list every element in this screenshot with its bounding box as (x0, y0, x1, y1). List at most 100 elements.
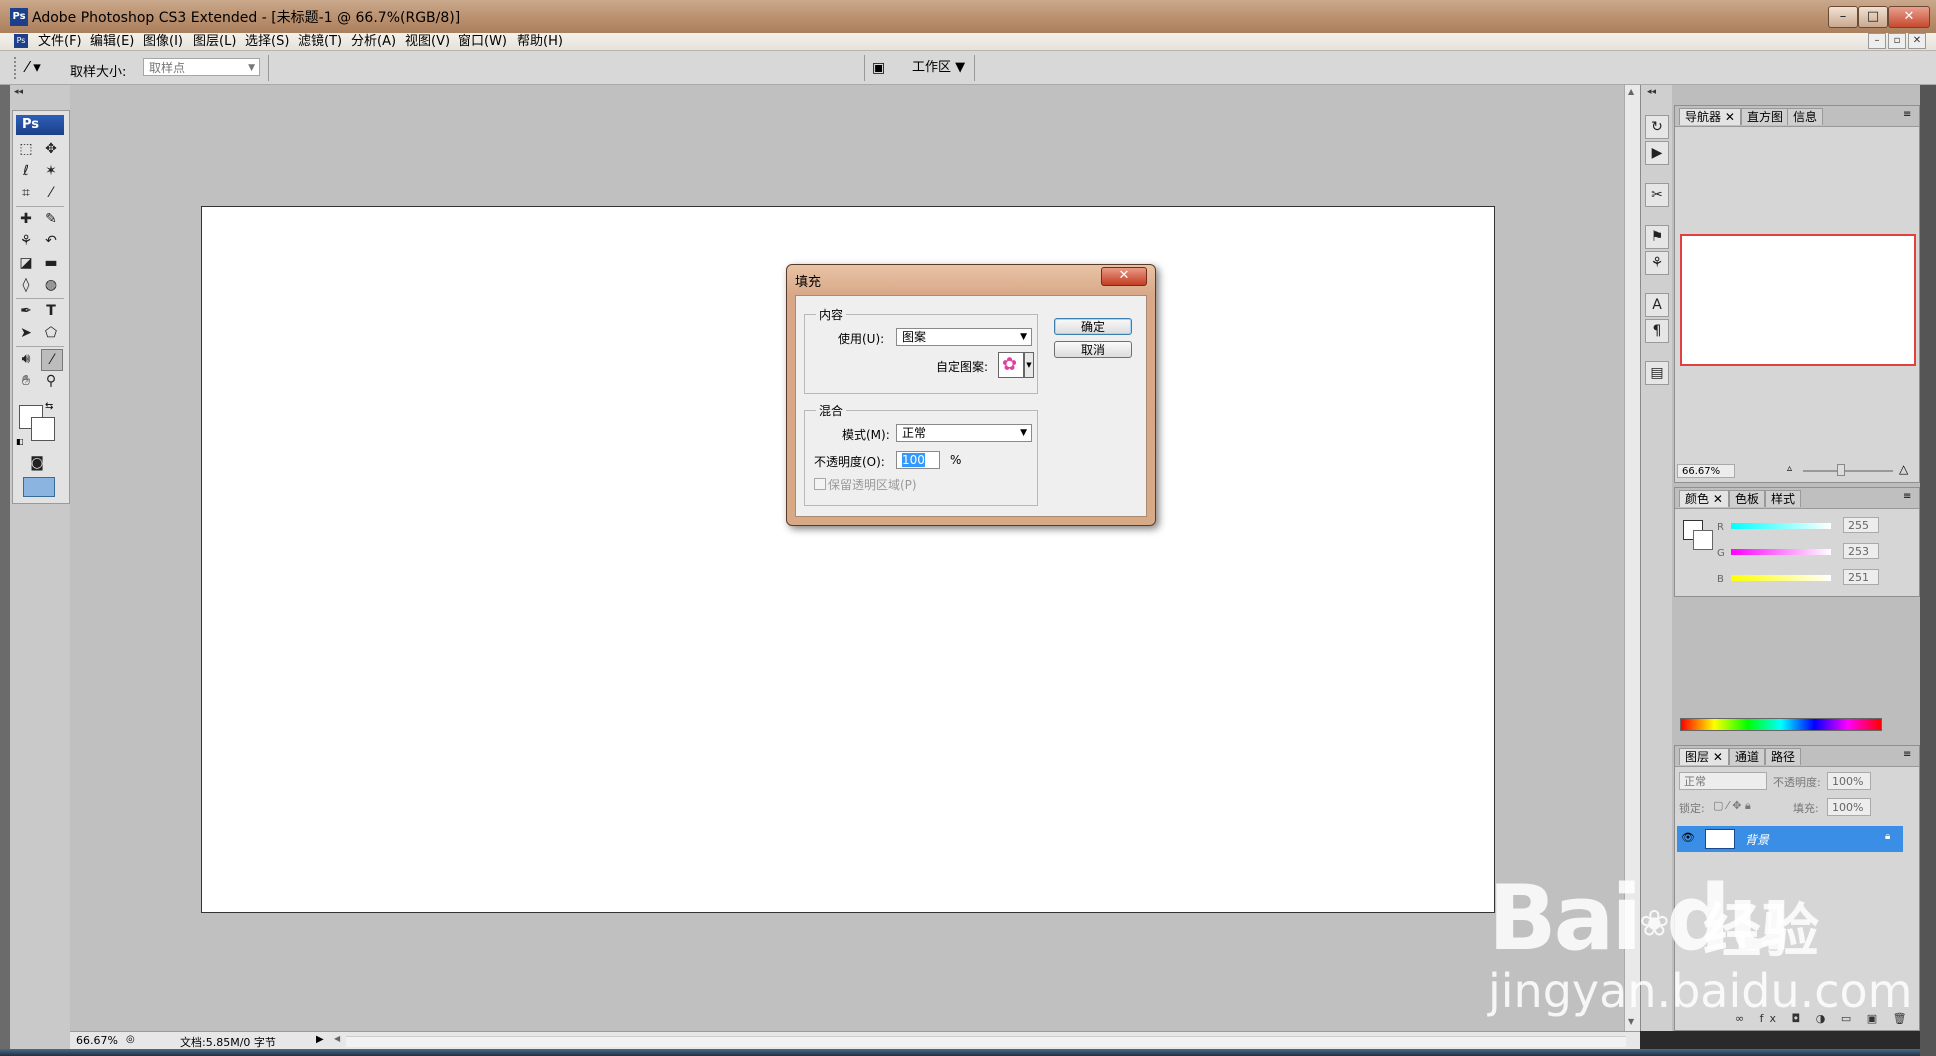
scroll-left-icon[interactable]: ◀ (334, 1034, 340, 1043)
eyedropper-preset-icon[interactable]: ⁄ ▾ (26, 57, 56, 77)
tab-navigator[interactable]: 导航器 ✕ (1679, 108, 1741, 125)
zoom-level[interactable]: 66.67% (76, 1034, 118, 1047)
options-bar-grip[interactable] (14, 57, 20, 79)
marquee-tool-icon[interactable]: ⬚ (16, 139, 36, 159)
panel-menu-icon[interactable]: ≡ (1903, 109, 1911, 120)
hand-tool-icon[interactable]: ✋︎ (16, 371, 36, 391)
pattern-picker-arrow-icon[interactable]: ▼ (1024, 352, 1034, 378)
menu-image[interactable]: 图像(I) (143, 34, 183, 49)
clone-stamp-tool-icon[interactable]: ⚘ (16, 231, 36, 251)
clone-source-icon[interactable]: ⚘ (1645, 251, 1669, 275)
tab-histogram[interactable]: 直方图 (1741, 108, 1790, 125)
pen-tool-icon[interactable]: ✒ (16, 301, 36, 321)
preserve-transparency-checkbox[interactable] (814, 478, 826, 490)
tab-color[interactable]: 颜色 ✕ (1679, 490, 1729, 507)
expand-dock-icon[interactable]: ◂◂ (1647, 87, 1656, 97)
color-spectrum-bar[interactable] (1680, 718, 1882, 731)
layer-fill-field[interactable]: 100% (1827, 798, 1871, 816)
minimize-button[interactable]: – (1828, 6, 1858, 28)
zoom-tool-icon[interactable]: ⚲ (41, 371, 61, 391)
scroll-up-icon[interactable]: ▲ (1628, 87, 1634, 96)
lock-icons[interactable]: ▢ ⁄ ✥ 🔒︎ (1713, 799, 1751, 813)
close-window-button[interactable]: ✕ (1888, 6, 1930, 28)
swap-colors-icon[interactable]: ⇆ (45, 401, 53, 412)
close-icon[interactable]: ✕ (1713, 492, 1723, 506)
blend-mode-select[interactable]: 正常 (1679, 772, 1767, 790)
menu-edit[interactable]: 编辑(E) (90, 34, 134, 49)
doc-minimize-button[interactable]: – (1868, 33, 1886, 49)
zoom-slider-handle[interactable] (1837, 464, 1845, 476)
ok-button[interactable]: 确定 (1054, 318, 1132, 335)
menu-filter[interactable]: 滤镜(T) (298, 34, 342, 49)
tab-channels[interactable]: 通道 (1729, 748, 1766, 765)
maximize-button[interactable]: □ (1858, 6, 1888, 28)
zoom-in-icon[interactable]: △ (1899, 462, 1908, 476)
doc-close-button[interactable]: ✕ (1908, 33, 1926, 49)
horizontal-scrollbar[interactable] (346, 1036, 1626, 1047)
pattern-swatch[interactable]: ✿ (998, 352, 1024, 378)
sample-size-select[interactable]: 取样点 ▼ (143, 58, 260, 76)
dodge-tool-icon[interactable]: ◍ (41, 275, 61, 295)
magic-wand-tool-icon[interactable]: ✶ (41, 161, 61, 181)
history-brush-tool-icon[interactable]: ↶ (41, 231, 61, 251)
menu-help[interactable]: 帮助(H) (517, 34, 563, 49)
brushes-panel-icon[interactable]: ⚑ (1645, 225, 1669, 249)
navigator-zoom-field[interactable]: 66.67% (1677, 464, 1735, 478)
actions-panel-icon[interactable]: ▶ (1645, 141, 1669, 165)
menu-select[interactable]: 选择(S) (245, 34, 289, 49)
tab-paths[interactable]: 路径 (1765, 748, 1802, 765)
tab-layers[interactable]: 图层 ✕ (1679, 748, 1729, 765)
slice-tool-icon[interactable]: ⁄ (41, 183, 61, 203)
status-menu-arrow-icon[interactable]: ▶ (316, 1034, 324, 1045)
move-tool-icon[interactable]: ✥ (41, 139, 61, 159)
brush-tool-icon[interactable]: ✎ (41, 209, 61, 229)
status-info-icon[interactable]: ◎ (126, 1034, 135, 1045)
close-icon[interactable]: ✕ (1725, 110, 1735, 124)
lasso-tool-icon[interactable]: ℓ (16, 161, 36, 181)
layer-opacity-field[interactable]: 100% (1827, 772, 1871, 790)
background-color-swatch[interactable] (1693, 530, 1713, 550)
tab-swatches[interactable]: 色板 (1729, 490, 1766, 507)
tab-styles[interactable]: 样式 (1765, 490, 1802, 507)
eraser-tool-icon[interactable]: ◪ (16, 253, 36, 273)
menu-analysis[interactable]: 分析(A) (351, 34, 396, 49)
shape-tool-icon[interactable]: ⬠ (41, 323, 61, 343)
type-tool-icon[interactable]: T (41, 301, 61, 321)
path-selection-tool-icon[interactable]: ➤ (16, 323, 36, 343)
tab-info[interactable]: 信息 (1787, 108, 1824, 125)
green-value-field[interactable]: 253 (1843, 543, 1879, 559)
layer-comps-icon[interactable]: ▤ (1645, 361, 1669, 385)
default-colors-icon[interactable]: ◧ (16, 437, 24, 446)
menu-window[interactable]: 窗口(W) (458, 34, 507, 49)
bridge-icon[interactable]: ▣ (872, 58, 894, 78)
quick-mask-icon[interactable]: ◙ (27, 453, 47, 473)
paragraph-panel-icon[interactable]: ¶ (1645, 319, 1669, 343)
mode-select[interactable]: 正常 ▼ (896, 424, 1032, 442)
doc-restore-button[interactable]: ▫ (1888, 33, 1906, 49)
zoom-slider[interactable] (1803, 470, 1893, 472)
gradient-tool-icon[interactable]: ▬ (41, 253, 61, 273)
dialog-close-button[interactable]: ✕ (1101, 267, 1147, 286)
menu-layer[interactable]: 图层(L) (193, 34, 236, 49)
document-menu-icon[interactable]: Ps (14, 34, 28, 48)
blur-tool-icon[interactable]: ◊ (16, 275, 36, 295)
cancel-button[interactable]: 取消 (1054, 341, 1132, 358)
workspace-menu-button[interactable]: 工作区 ▼ (912, 58, 965, 78)
healing-brush-tool-icon[interactable]: ✚ (16, 209, 36, 229)
use-select[interactable]: 图案 ▼ (896, 328, 1032, 346)
opacity-input[interactable]: 100 (896, 451, 940, 469)
zoom-out-icon[interactable]: ▵ (1787, 463, 1792, 474)
character-panel-icon[interactable]: A (1645, 293, 1669, 317)
panel-menu-icon[interactable]: ≡ (1903, 749, 1911, 760)
menu-file[interactable]: 文件(F) (38, 34, 82, 49)
background-color-swatch[interactable] (31, 417, 55, 441)
close-icon[interactable]: ✕ (1713, 750, 1723, 764)
red-value-field[interactable]: 255 (1843, 517, 1879, 533)
eyedropper-tool-icon[interactable]: ⁄ (41, 349, 63, 371)
crop-tool-icon[interactable]: ⌗ (16, 183, 36, 203)
panel-menu-icon[interactable]: ≡ (1903, 491, 1911, 502)
eye-visibility-icon[interactable]: 👁︎ (1681, 831, 1695, 844)
green-slider[interactable] (1731, 549, 1831, 555)
blue-slider[interactable] (1731, 575, 1831, 581)
notes-tool-icon[interactable]: 🔊︎ (16, 349, 36, 369)
